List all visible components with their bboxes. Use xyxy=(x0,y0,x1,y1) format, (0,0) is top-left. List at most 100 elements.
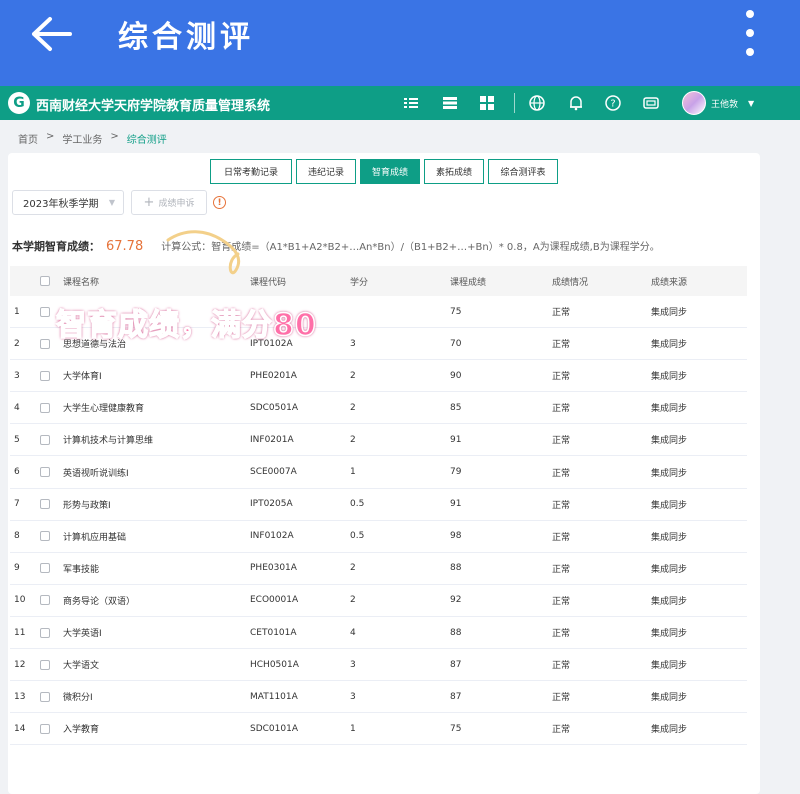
table-row[interactable]: 13 微积分Ⅰ MAT1101A 3 87 正常 集成同步 xyxy=(10,681,747,714)
row-checkbox[interactable] xyxy=(40,563,50,574)
more-vertical-icon[interactable] xyxy=(744,10,756,56)
table-row[interactable]: 11 大学英语Ⅰ CET0101A 4 88 正常 集成同步 xyxy=(10,617,747,649)
tab-extension-score[interactable]: 素拓成绩 xyxy=(424,159,484,184)
score-source: 集成同步 xyxy=(651,340,688,351)
row-checkbox[interactable] xyxy=(40,691,50,702)
row-checkbox[interactable] xyxy=(40,595,50,606)
course-code: ECO0001A xyxy=(250,595,299,606)
score-source: 集成同步 xyxy=(651,661,688,672)
credit: 0.5 xyxy=(350,531,365,542)
back-arrow-icon[interactable] xyxy=(30,14,78,54)
score-source: 集成同步 xyxy=(651,532,688,543)
help-icon[interactable]: ? xyxy=(604,94,622,112)
list-indent-icon[interactable] xyxy=(402,94,420,112)
table-row[interactable]: 12 大学语文 HCH0501A 3 87 正常 集成同步 xyxy=(10,649,747,682)
score-source: 集成同步 xyxy=(651,468,688,479)
appeal-button[interactable]: + 成绩申诉 xyxy=(131,190,207,215)
course-score: 85 xyxy=(450,402,462,413)
score-status: 正常 xyxy=(552,629,571,639)
row-checkbox[interactable] xyxy=(40,370,50,381)
row-checkbox[interactable] xyxy=(40,434,50,445)
table-row[interactable]: 6 英语视听说训练Ⅰ SCE0007A 1 79 正常 集成同步 xyxy=(10,457,747,489)
info-icon[interactable]: ! xyxy=(213,196,226,209)
course-name: 商务导论（双语） xyxy=(63,596,136,607)
row-checkbox[interactable] xyxy=(40,627,50,638)
chevron-down-icon: ▼ xyxy=(108,198,115,207)
credit: 1 xyxy=(350,467,356,477)
system-header: G 西南财经大学天府学院教育质量管理系统 ? 王他敦 ▼ xyxy=(0,86,800,120)
course-name: 军事技能 xyxy=(63,564,100,575)
course-name: 微积分Ⅰ xyxy=(63,693,93,704)
user-name[interactable]: 王他敦 xyxy=(711,97,738,110)
row-index: 6 xyxy=(14,467,20,477)
credit: 2 xyxy=(350,402,356,413)
table-row[interactable]: 14 入学教育 SDC0101A 1 75 正常 集成同步 xyxy=(10,713,747,746)
globe-icon[interactable] xyxy=(528,94,546,112)
course-name: 大学语文 xyxy=(63,661,100,672)
tab-academic-score[interactable]: 智育成绩 xyxy=(360,159,420,184)
score-status: 正常 xyxy=(552,340,571,351)
table-row[interactable]: 7 形势与政策Ⅰ IPT0205A 0.5 91 正常 集成同步 xyxy=(10,489,747,521)
course-score: 87 xyxy=(450,659,462,670)
col-course-name[interactable]: 课程名称 xyxy=(63,266,99,296)
col-score-status[interactable]: 成绩情况 xyxy=(552,266,588,296)
col-course-score[interactable]: 课程成绩 xyxy=(450,266,486,296)
score-status: 正常 xyxy=(552,564,571,575)
score-status: 正常 xyxy=(552,436,571,447)
col-score-source[interactable]: 成绩来源 xyxy=(651,266,687,296)
chevron-down-icon[interactable]: ▼ xyxy=(748,99,754,108)
row-index: 10 xyxy=(14,595,26,606)
table-row[interactable]: 3 大学体育Ⅰ PHE0201A 2 90 正常 集成同步 xyxy=(10,360,747,393)
score-status: 正常 xyxy=(552,532,571,543)
row-index: 14 xyxy=(14,723,26,734)
breadcrumb-current: 综合测评 xyxy=(126,135,167,146)
header-divider xyxy=(514,93,515,113)
row-checkbox[interactable] xyxy=(40,723,50,734)
score-label: 本学期智育成绩： xyxy=(12,240,100,253)
list-icon[interactable] xyxy=(441,94,459,112)
table-row[interactable]: 5 计算机技术与计算思维 INF0201A 2 91 正常 集成同步 xyxy=(10,424,747,457)
row-checkbox[interactable] xyxy=(40,338,50,349)
score-status: 正常 xyxy=(552,725,571,736)
row-checkbox[interactable] xyxy=(40,531,50,542)
tab-attendance[interactable]: 日常考勤记录 xyxy=(210,159,292,184)
course-score: 79 xyxy=(450,467,462,477)
credit: 3 xyxy=(350,659,356,670)
course-code: SDC0101A xyxy=(250,723,298,734)
breadcrumb-level1[interactable]: 学工业务 xyxy=(62,131,102,146)
breadcrumb-home[interactable]: 首页 xyxy=(18,131,38,146)
credit: 3 xyxy=(350,691,356,702)
row-index: 8 xyxy=(14,531,20,542)
table-row[interactable]: 9 军事技能 PHE0301A 2 88 正常 集成同步 xyxy=(10,553,747,585)
row-checkbox[interactable] xyxy=(40,659,50,670)
col-credit[interactable]: 学分 xyxy=(350,266,368,296)
tab-discipline[interactable]: 违纪记录 xyxy=(296,159,356,184)
score-status: 正常 xyxy=(552,404,571,415)
credit: 4 xyxy=(350,627,356,638)
tab-evaluation-table[interactable]: 综合测评表 xyxy=(488,159,558,184)
select-all-checkbox[interactable] xyxy=(40,276,50,286)
score-source: 集成同步 xyxy=(651,693,688,704)
system-name: 西南财经大学天府学院教育质量管理系统 xyxy=(36,99,271,114)
course-code: IPT0205A xyxy=(250,499,293,510)
course-score: 75 xyxy=(450,306,462,317)
row-checkbox[interactable] xyxy=(40,467,50,477)
row-checkbox[interactable] xyxy=(40,499,50,510)
table-row[interactable]: 4 大学生心理健康教育 SDC0501A 2 85 正常 集成同步 xyxy=(10,392,747,425)
semester-select[interactable]: 2023年秋季学期 ▼ xyxy=(12,190,124,215)
row-index: 1 xyxy=(14,306,20,317)
grid-icon[interactable] xyxy=(478,94,496,112)
bell-icon[interactable] xyxy=(567,94,585,112)
course-score: 92 xyxy=(450,595,462,606)
row-checkbox[interactable] xyxy=(40,306,50,317)
score-source: 集成同步 xyxy=(651,725,688,736)
row-checkbox[interactable] xyxy=(40,402,50,413)
badge-icon[interactable] xyxy=(642,94,660,112)
table-row[interactable]: 8 计算机应用基础 INF0102A 0.5 98 正常 集成同步 xyxy=(10,521,747,553)
score-status: 正常 xyxy=(552,500,571,511)
course-name: 形势与政策Ⅰ xyxy=(63,500,111,511)
avatar[interactable] xyxy=(682,91,706,115)
score-source: 集成同步 xyxy=(651,629,688,639)
table-row[interactable]: 10 商务导论（双语） ECO0001A 2 92 正常 集成同步 xyxy=(10,585,747,617)
course-name: 计算机应用基础 xyxy=(63,532,127,543)
